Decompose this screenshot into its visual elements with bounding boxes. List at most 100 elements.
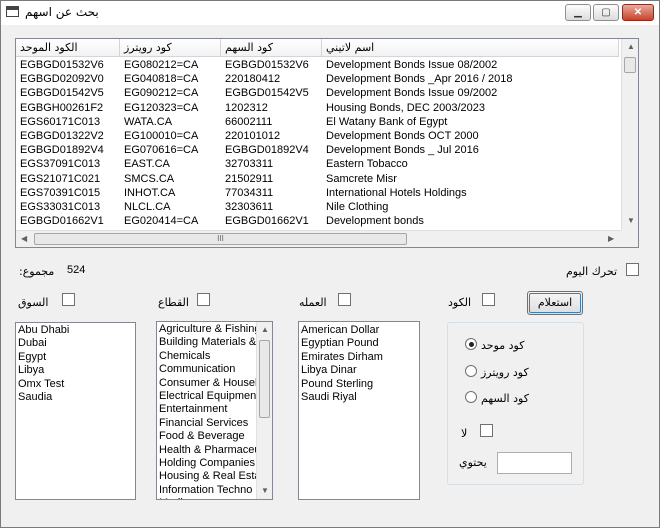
table-cell: EGBGH00261F2 [20, 101, 104, 114]
window-title: بحث عن اسهم [25, 5, 99, 19]
header-reuters-code[interactable]: كود رويترز [120, 39, 221, 57]
radio-stock-code-label: كود السهم [481, 392, 529, 405]
sector-list-item[interactable]: Housing & Real Esta [157, 470, 256, 483]
table-row[interactable]: EGBGD01322V2 EG100010=CA 220101012 Developm… [16, 129, 619, 143]
contains-input[interactable] [497, 452, 572, 474]
currency-filter-checkbox[interactable] [338, 293, 351, 306]
sector-list-item[interactable]: Health & Pharmaceu [157, 444, 256, 457]
table-row[interactable]: EGBGD02092V0 EG040818=CA 220180412 Developm… [16, 72, 619, 86]
sector-list-item[interactable]: Food & Beverage [157, 430, 256, 443]
table-cell: 77034311 [225, 186, 274, 199]
table-row[interactable]: EGBGD01542V5 EG090212=CA EGBGD01542V5 Devel… [16, 86, 619, 100]
vertical-scroll-thumb[interactable] [624, 57, 636, 73]
code-filter-label: الكود [448, 296, 472, 309]
scroll-left-arrow-icon[interactable]: ◀ [21, 234, 27, 243]
market-listbox[interactable]: Abu Dhabi Dubai Egypt Libya Omx Test Saudia [15, 322, 136, 500]
currency-list-item[interactable]: American Dollar [299, 324, 419, 337]
currency-list-item[interactable]: Egyptian Pound [299, 337, 419, 350]
scroll-right-arrow-icon[interactable]: ▶ [608, 234, 614, 243]
code-filter-checkbox[interactable] [482, 293, 495, 306]
table-cell: EG070616=CA [124, 144, 199, 157]
today-move-label: تحرك اليوم [566, 265, 618, 278]
table-row[interactable]: EGS33031C013 NLCL.CA 32303611 Nile Clothing [16, 200, 619, 214]
table-row[interactable]: EGS21071C021 SMCS.CA 21502911 Samcrete Misr [16, 172, 619, 186]
today-move-checkbox[interactable] [626, 263, 639, 276]
market-list-item[interactable]: Egypt [16, 351, 135, 364]
close-button[interactable]: ✕ [622, 4, 654, 21]
sector-list-item[interactable]: Chemicals [157, 350, 256, 363]
market-list-item[interactable]: Omx Test [16, 378, 135, 391]
sector-list-item[interactable]: Holding Companies [157, 457, 256, 470]
table-cell: EGBGD01892V4 [20, 144, 104, 157]
minimize-button[interactable]: ▁ [565, 4, 591, 21]
sector-list-item[interactable]: Agriculture & Fishing [157, 323, 256, 336]
table-row[interactable]: EGBGD01532V6 EG080212=CA EGBGD01532V6 Devel… [16, 58, 619, 72]
table-cell: Development Bonds Issue 09/2002 [326, 87, 498, 100]
query-button[interactable]: استعلام [527, 291, 583, 315]
market-filter-checkbox[interactable] [62, 293, 75, 306]
currency-listbox[interactable]: American Dollar Egyptian Pound Emirates Di… [298, 321, 420, 500]
radio-reuters-code-label: كود رويترز [481, 366, 529, 379]
header-stock-code[interactable]: كود السهم [221, 39, 322, 57]
header-latin-name[interactable]: اسم لاتيني [322, 39, 619, 57]
table-cell: EAST.CA [124, 158, 170, 171]
market-list-item[interactable]: Abu Dhabi [16, 324, 135, 337]
table-row[interactable]: EGS70391C015 INHOT.CA 77034311 Internationa… [16, 186, 619, 200]
scroll-up-arrow-icon[interactable]: ▲ [627, 42, 635, 51]
sector-listbox[interactable]: Agriculture & Fishing Building Materials … [156, 321, 273, 500]
sector-list-item[interactable]: Consumer & Househ [157, 377, 256, 390]
currency-list-item[interactable]: Pound Sterling [299, 378, 419, 391]
sector-list-item[interactable]: Financial Services [157, 417, 256, 430]
table-cell: EGS37091C013 [20, 158, 101, 171]
radio-stock-code[interactable] [465, 391, 477, 403]
grid-vertical-scrollbar[interactable]: ▲ ▼ [621, 39, 638, 231]
sector-list-item[interactable]: Communication [157, 363, 256, 376]
market-list-item[interactable]: Dubai [16, 337, 135, 350]
sector-filter-checkbox[interactable] [197, 293, 210, 306]
table-cell: EGBGD01542V5 [20, 87, 104, 100]
sector-scroll-down-icon[interactable]: ▼ [261, 486, 269, 495]
header-unified-code[interactable]: الكود الموحد [16, 39, 120, 57]
table-row[interactable]: EGBGD01662V1 EG020414=CA EGBGD01662V1 Devel… [16, 214, 619, 228]
sector-list-item[interactable]: Building Materials & [157, 336, 256, 349]
sector-list-item[interactable]: Media [157, 497, 256, 499]
market-list-item[interactable]: Saudia [16, 391, 135, 404]
grid-horizontal-scrollbar[interactable]: ◀ III ▶ [16, 230, 621, 247]
sector-vertical-scrollbar[interactable]: ▲ ▼ [256, 322, 272, 499]
sector-list-item[interactable]: Information Techno [157, 484, 256, 497]
table-cell: EG090212=CA [124, 87, 199, 100]
maximize-button[interactable]: ▢ [593, 4, 619, 21]
table-row[interactable]: EGS37091C013 EAST.CA 32703311 Eastern Tobac… [16, 157, 619, 171]
sector-scroll-thumb[interactable] [259, 340, 270, 418]
table-cell: EGBGD01532V6 [225, 59, 309, 71]
radio-unified-code[interactable] [465, 338, 477, 350]
table-cell: WATA.CA [124, 115, 173, 128]
table-cell: EG100010=CA [124, 130, 199, 142]
currency-list-item[interactable]: Libya Dinar [299, 364, 419, 377]
scroll-down-arrow-icon[interactable]: ▼ [627, 216, 635, 225]
table-row[interactable]: EGBGD01892V4 EG070616=CA EGBGD01892V4 Devel… [16, 143, 619, 157]
sector-list-item[interactable]: Entertainment [157, 403, 256, 416]
currency-list-item[interactable]: Emirates Dirham [299, 351, 419, 364]
table-cell: EG120323=CA [124, 101, 199, 114]
sector-scroll-up-icon[interactable]: ▲ [261, 325, 269, 334]
table-cell: EGBGD01532V6 [20, 59, 104, 71]
table-cell: Development bonds [326, 215, 424, 228]
grid-header: الكود الموحد كود رويترز كود السهم اسم لا… [16, 39, 619, 57]
table-cell: EGBGD01892V4 [225, 144, 309, 157]
table-cell: Development Bonds Issue 08/2002 [326, 59, 498, 71]
table-cell: EGS70391C015 [20, 186, 101, 199]
currency-list-item[interactable]: Saudi Riyal [299, 391, 419, 404]
table-cell: EGBGD01662V1 [225, 215, 309, 228]
not-checkbox[interactable] [480, 424, 493, 437]
results-grid[interactable]: الكود الموحد كود رويترز كود السهم اسم لا… [15, 38, 639, 248]
radio-reuters-code[interactable] [465, 365, 477, 377]
horizontal-scroll-thumb[interactable]: III [34, 233, 407, 245]
table-row[interactable]: EGBGH00261F2 EG120323=CA 1202312 Housing Bo… [16, 101, 619, 115]
table-row[interactable]: EGS60171C013 WATA.CA 66002111 El Watany Ban… [16, 115, 619, 129]
sector-list-item[interactable]: Electrical Equipment [157, 390, 256, 403]
window-icon [6, 6, 19, 17]
table-cell: EG020414=CA [124, 215, 199, 228]
table-cell: EGS60171C013 [20, 115, 101, 128]
market-list-item[interactable]: Libya [16, 364, 135, 377]
